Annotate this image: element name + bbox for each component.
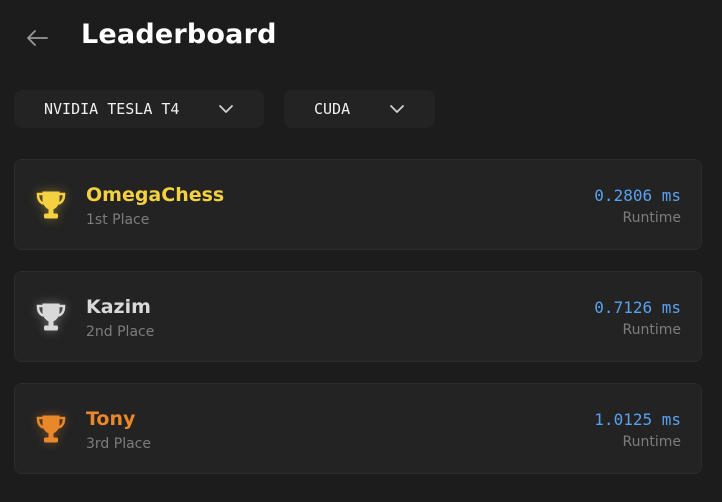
gpu-select-value: NVIDIA TESLA T4 (44, 100, 180, 118)
filters: NVIDIA TESLA T4 CUDA (14, 90, 435, 128)
language-select[interactable]: CUDA (284, 90, 435, 128)
entry-place: 1st Place (86, 212, 150, 228)
leaderboard-entry-3[interactable]: Tony 3rd Place 1.0125 ms Runtime (14, 383, 702, 474)
leaderboard-list: OmegaChess 1st Place 0.2806 ms Runtime K… (14, 159, 702, 495)
trophy-gold-icon (36, 191, 66, 219)
leaderboard-entry-1[interactable]: OmegaChess 1st Place 0.2806 ms Runtime (14, 159, 702, 250)
arrow-left-icon (27, 30, 48, 46)
entry-name: OmegaChess (86, 184, 225, 206)
entry-runtime-label: Runtime (622, 210, 681, 226)
entry-runtime: 1.0125 ms (594, 410, 681, 429)
trophy-bronze-icon (36, 415, 66, 443)
entry-runtime: 0.7126 ms (594, 298, 681, 317)
header: Leaderboard (24, 18, 276, 58)
leaderboard-entry-2[interactable]: Kazim 2nd Place 0.7126 ms Runtime (14, 271, 702, 362)
gpu-select[interactable]: NVIDIA TESLA T4 (14, 90, 264, 128)
page-title: Leaderboard (81, 19, 277, 50)
back-button[interactable] (24, 25, 50, 51)
entry-name: Kazim (86, 296, 151, 318)
chevron-down-icon (218, 101, 234, 117)
entry-name: Tony (86, 408, 136, 430)
entry-runtime: 0.2806 ms (594, 186, 681, 205)
chevron-down-icon (389, 101, 405, 117)
entry-runtime-label: Runtime (622, 322, 681, 338)
entry-place: 3rd Place (86, 436, 151, 452)
trophy-silver-icon (36, 303, 66, 331)
entry-runtime-label: Runtime (622, 434, 681, 450)
entry-place: 2nd Place (86, 324, 155, 340)
language-select-value: CUDA (314, 100, 351, 118)
